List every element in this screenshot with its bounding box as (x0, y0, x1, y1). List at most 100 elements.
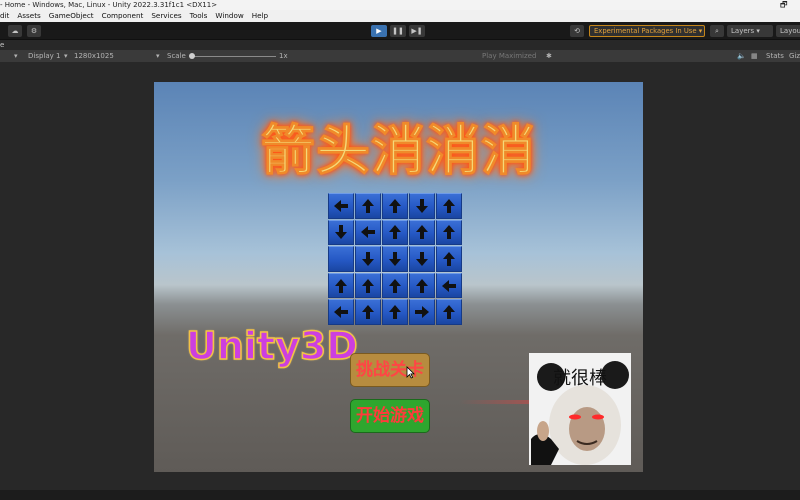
scale-slider-handle[interactable] (189, 53, 195, 59)
arrow-up-icon (335, 278, 347, 293)
panda-meme-sticker: 就很棒 (529, 353, 631, 465)
arrow-tile[interactable] (436, 272, 462, 299)
arrow-up-icon (389, 198, 401, 213)
meme-caption: 就很棒 (553, 368, 607, 389)
arrow-tile[interactable] (436, 299, 462, 325)
gear-icon[interactable]: ⚙ (27, 25, 41, 37)
arrow-tile-grid (328, 193, 462, 325)
resolution-chevron-icon[interactable]: ▾ (156, 50, 160, 62)
arrow-tile[interactable] (382, 272, 408, 299)
arrow-tile[interactable] (436, 219, 462, 246)
arrow-tile[interactable] (409, 246, 435, 272)
status-bar (0, 490, 800, 500)
layers-dropdown[interactable]: Layers ▾ (727, 25, 773, 37)
arrow-down-icon (416, 198, 428, 213)
play-maximized-dropdown[interactable]: Play Maximized (482, 50, 536, 62)
menu-bar: dit Assets GameObject Component Services… (0, 10, 800, 22)
arrow-tile[interactable] (355, 299, 381, 325)
menu-edit[interactable]: dit (0, 10, 13, 22)
menu-window[interactable]: Window (211, 10, 247, 22)
arrow-up-icon (416, 225, 428, 240)
arrow-tile[interactable] (382, 219, 408, 246)
arrow-up-icon (443, 198, 455, 213)
arrow-tile[interactable] (355, 272, 381, 299)
window-restore-button[interactable]: 🗗 (780, 0, 788, 9)
arrow-right-icon (415, 306, 429, 319)
menu-gameobject[interactable]: GameObject (45, 10, 98, 22)
menu-component[interactable]: Component (98, 10, 148, 22)
start-game-button[interactable]: 开始游戏 (350, 399, 430, 433)
main-toolbar: ☁ ⚙ ▶ ❚❚ ▶❚ ⟲ Experimental Packages In U… (0, 22, 800, 40)
game-title: 箭头消消消 (261, 119, 536, 183)
gizmos-button[interactable]: Giz (789, 50, 800, 62)
arrow-tile[interactable] (409, 193, 435, 219)
arrow-tile[interactable] (436, 246, 462, 272)
scale-label: Scale (167, 52, 186, 60)
arrow-down-icon (335, 225, 347, 240)
arrow-tile[interactable] (409, 219, 435, 246)
display-dropdown[interactable]: Display 1 (28, 50, 60, 62)
tab-game[interactable]: e (0, 41, 4, 49)
arrow-up-icon (389, 225, 401, 240)
history-icon[interactable]: ⟲ (570, 25, 584, 37)
arrow-left-icon (442, 279, 456, 292)
arrow-up-icon (362, 305, 374, 320)
menu-services[interactable]: Services (147, 10, 185, 22)
arrow-left-icon (361, 226, 375, 239)
arrow-tile[interactable] (355, 193, 381, 219)
arrow-tile[interactable] (409, 272, 435, 299)
arrow-tile[interactable] (328, 246, 354, 272)
mute-audio-icon[interactable]: 🔈 (737, 50, 746, 62)
play-button[interactable]: ▶ (371, 25, 387, 37)
arrow-up-icon (416, 278, 428, 293)
display-dropdown-arrow[interactable]: ▾ (14, 50, 18, 62)
window-title: - Home - Windows, Mac, Linux - Unity 202… (0, 1, 218, 9)
menu-help[interactable]: Help (248, 10, 272, 22)
arrow-up-icon (362, 198, 374, 213)
search-icon[interactable]: ⌕ (710, 25, 724, 37)
arrow-down-icon (389, 251, 401, 266)
arrow-tile[interactable] (328, 193, 354, 219)
cloud-icon[interactable]: ☁ (8, 25, 22, 37)
bug-icon[interactable]: ✱ (546, 50, 552, 62)
arrow-tile[interactable] (436, 193, 462, 219)
arrow-up-icon (443, 251, 455, 266)
mouse-cursor-icon (406, 366, 415, 379)
arrow-up-icon (443, 305, 455, 320)
arrow-up-icon (389, 305, 401, 320)
game-viewport[interactable]: 箭头消消消 Unity3D 挑战关卡 开始游戏 就很棒 (154, 82, 643, 472)
arrow-left-icon (334, 306, 348, 319)
arrow-left-icon (334, 199, 348, 212)
arrow-tile[interactable] (382, 193, 408, 219)
unity3d-logo-text: Unity3D (185, 323, 358, 369)
scale-value: 1x (279, 52, 288, 60)
stats-button[interactable]: Stats (766, 50, 784, 62)
arrow-tile[interactable] (328, 219, 354, 246)
arrow-up-icon (443, 225, 455, 240)
arrow-up-icon (389, 278, 401, 293)
challenge-level-button[interactable]: 挑战关卡 (350, 353, 430, 387)
arrow-tile[interactable] (382, 299, 408, 325)
resolution-dropdown[interactable]: 1280x1025 (74, 50, 114, 62)
arrow-down-icon (416, 251, 428, 266)
game-view-toolbar: ▾ Display 1 ▾ 1280x1025 ▾ Scale 1x Play … (0, 50, 800, 62)
layout-dropdown[interactable]: Layout (776, 25, 800, 37)
arrow-down-icon (362, 251, 374, 266)
resolution-dropdown-arrow[interactable]: ▾ (64, 50, 68, 62)
step-button[interactable]: ▶❚ (409, 25, 425, 37)
pause-button[interactable]: ❚❚ (390, 25, 406, 37)
menu-tools[interactable]: Tools (186, 10, 212, 22)
arrow-tile[interactable] (355, 219, 381, 246)
gizmo-grid-icon[interactable]: ▦ (751, 50, 758, 62)
experimental-packages-dropdown[interactable]: Experimental Packages In Use ▾ (589, 25, 705, 37)
arrow-tile[interactable] (328, 272, 354, 299)
window-title-bar: - Home - Windows, Mac, Linux - Unity 202… (0, 0, 800, 10)
arrow-tile[interactable] (382, 246, 408, 272)
arrow-tile[interactable] (355, 246, 381, 272)
menu-assets[interactable]: Assets (13, 10, 44, 22)
arrow-tile[interactable] (409, 299, 435, 325)
game-tab-strip: e (0, 40, 800, 50)
scale-slider-track[interactable] (192, 55, 276, 57)
arrow-tile[interactable] (328, 299, 354, 325)
arrow-up-icon (362, 278, 374, 293)
